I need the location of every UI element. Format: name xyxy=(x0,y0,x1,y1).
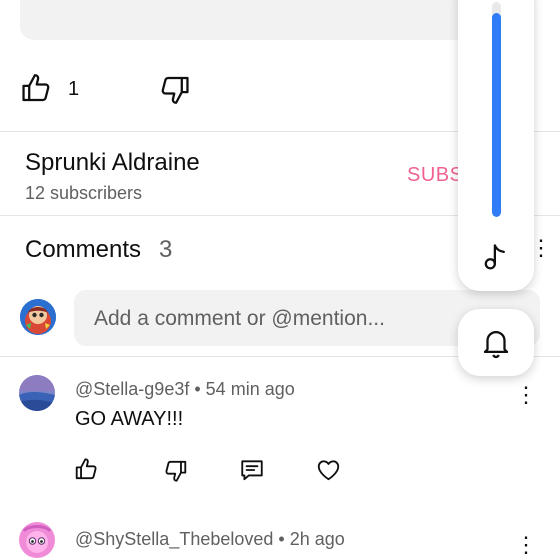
music-note-icon xyxy=(479,238,513,274)
comments-title: Comments xyxy=(25,236,142,263)
dislike-button[interactable] xyxy=(157,72,191,108)
description-card[interactable] xyxy=(20,0,520,40)
thumbs-down-icon xyxy=(162,458,188,484)
avatar[interactable] xyxy=(18,521,56,559)
comment-menu-icon[interactable]: ⋮ xyxy=(515,382,537,408)
comment-like-button[interactable] xyxy=(74,456,100,482)
comment-input-placeholder: Add a comment or @mention... xyxy=(94,307,385,330)
comment-meta: @ShyStella_Thebeloved • 2h ago xyxy=(75,529,345,549)
thumbs-up-icon xyxy=(20,70,54,106)
thumbs-up-icon xyxy=(74,456,100,482)
subscribe-button[interactable]: SUBS xyxy=(407,164,463,187)
notification-volume-button[interactable] xyxy=(479,325,513,361)
comment-author[interactable]: @ShyStella_Thebeloved xyxy=(75,529,273,549)
heart-icon xyxy=(315,457,342,483)
like-button[interactable] xyxy=(20,70,54,106)
volume-slider[interactable] xyxy=(492,2,501,217)
comment-menu-icon[interactable]: ⋮ xyxy=(515,532,537,558)
thumbs-down-icon xyxy=(157,72,191,108)
comment-time: 2h ago xyxy=(289,529,345,549)
comment-time: 54 min ago xyxy=(205,379,295,399)
avatar xyxy=(20,299,56,335)
avatar[interactable] xyxy=(19,375,55,411)
channel-name[interactable]: Sprunki Aldraine xyxy=(25,149,200,177)
comment-text: GO AWAY!!! xyxy=(75,408,184,430)
subscriber-count: 12 subscribers xyxy=(25,183,143,203)
comment-heart-button[interactable] xyxy=(315,457,342,483)
comment-dislike-button[interactable] xyxy=(162,458,188,484)
media-volume-button[interactable] xyxy=(479,238,513,274)
bell-icon xyxy=(479,325,513,361)
comment-meta: @Stella-g9e3f • 54 min ago xyxy=(75,379,295,399)
like-count: 1 xyxy=(68,78,80,100)
reply-icon xyxy=(239,457,265,483)
comment-reply-button[interactable] xyxy=(239,457,265,483)
comment-author[interactable]: @Stella-g9e3f xyxy=(75,379,189,399)
volume-slider-fill xyxy=(492,12,501,217)
comments-count: 3 xyxy=(159,236,173,263)
